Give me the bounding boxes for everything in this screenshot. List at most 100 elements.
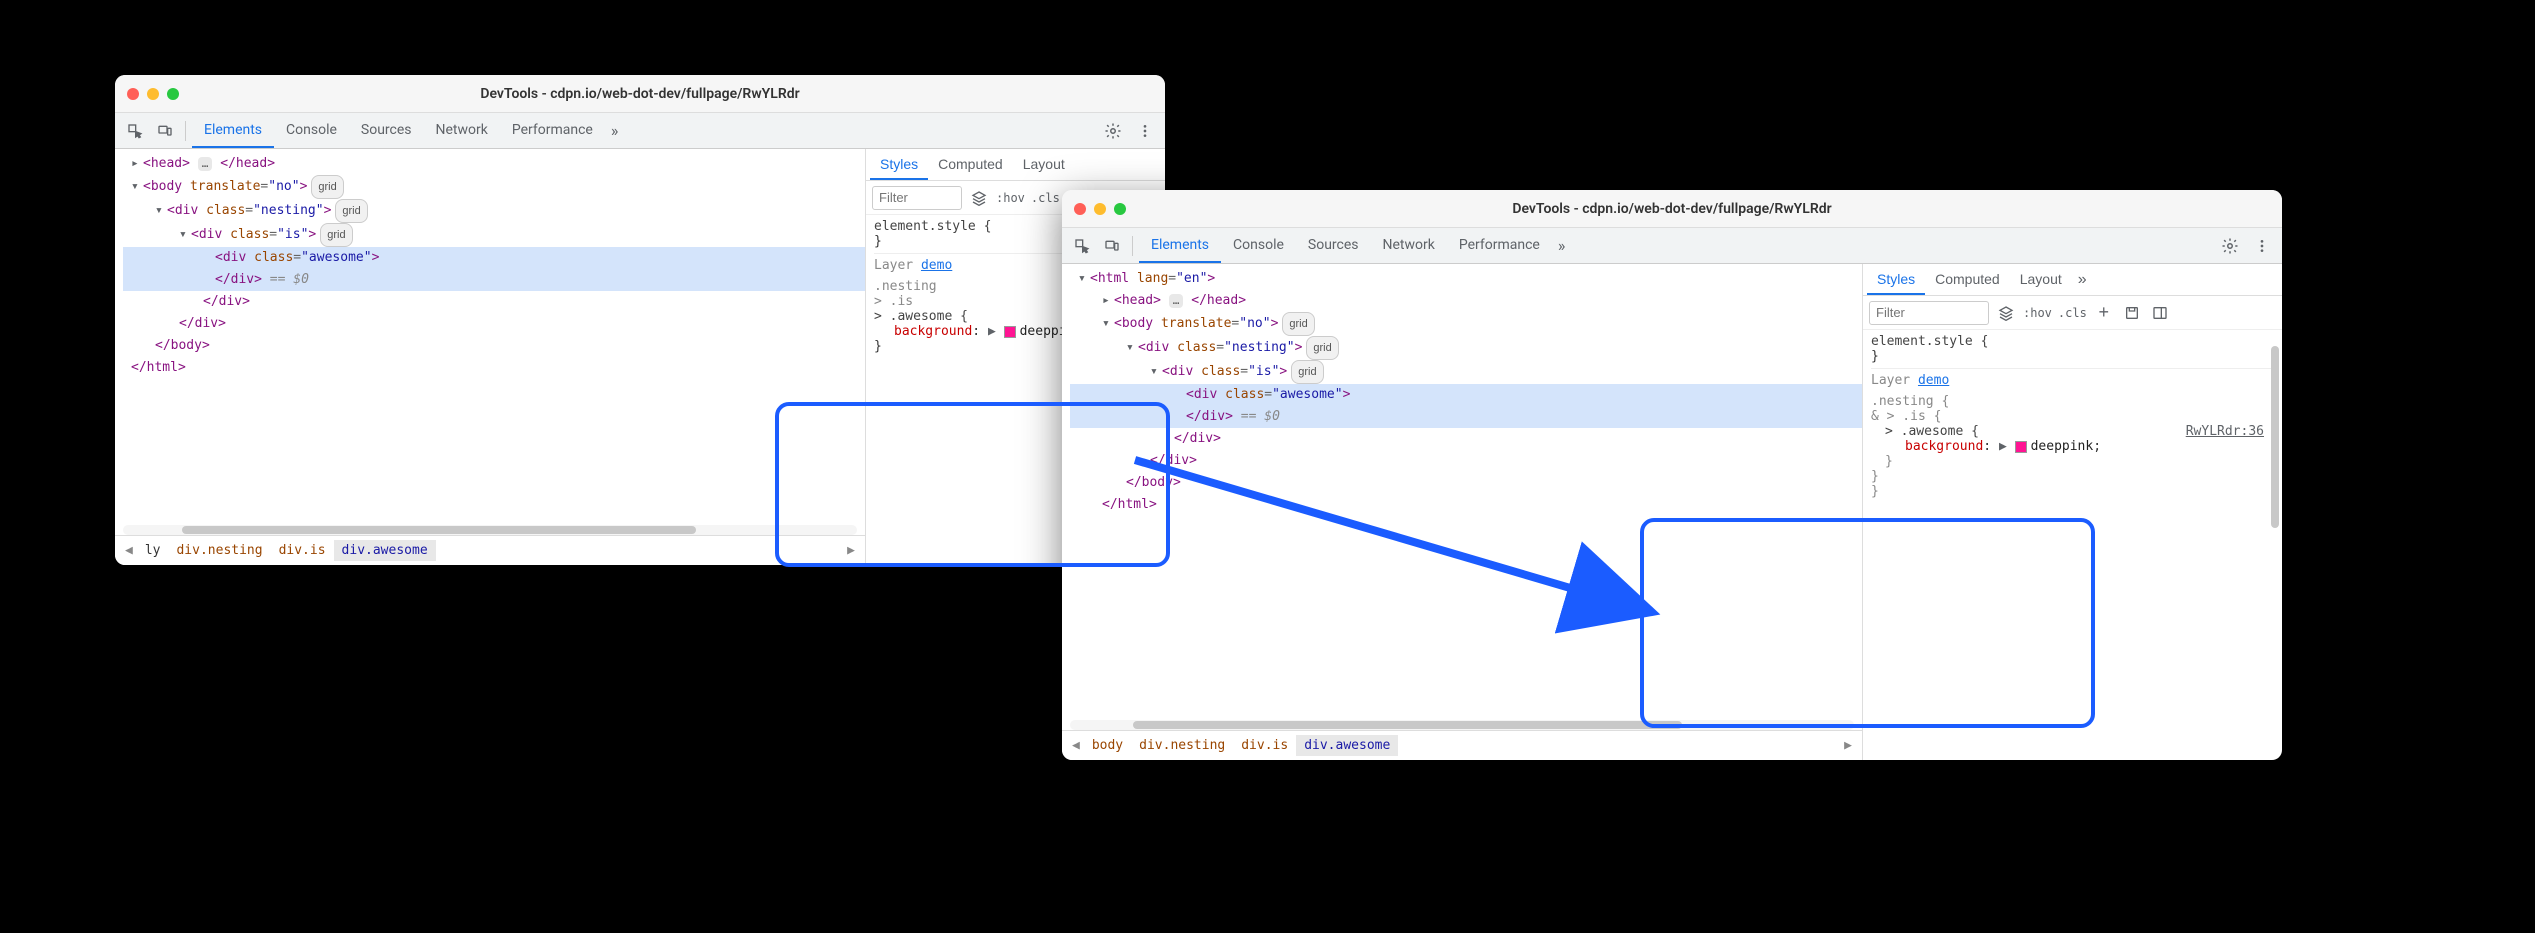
tab-computed[interactable]: Computed xyxy=(928,149,1013,180)
color-swatch[interactable] xyxy=(1004,326,1016,338)
layers-icon[interactable] xyxy=(1995,305,2017,321)
tab-layout[interactable]: Layout xyxy=(2010,264,2072,295)
more-tabs-icon[interactable]: » xyxy=(605,121,625,140)
dom-node-head[interactable]: ▸<head> … </head> xyxy=(1070,290,1862,312)
dom-node-awesome[interactable]: <div class="awesome"> xyxy=(1070,384,1862,406)
tab-console[interactable]: Console xyxy=(274,113,349,148)
breadcrumb-item[interactable]: body xyxy=(1084,735,1131,756)
cls-toggle[interactable]: .cls xyxy=(1031,191,1060,205)
grid-badge[interactable]: grid xyxy=(1291,360,1323,384)
dom-node-head[interactable]: ▸<head> … </head> xyxy=(123,153,865,175)
breadcrumb-item-selected[interactable]: div.awesome xyxy=(334,540,436,561)
tab-sources[interactable]: Sources xyxy=(349,113,424,148)
tab-computed[interactable]: Computed xyxy=(1925,264,2010,295)
breadcrumb-item[interactable]: div.nesting xyxy=(1131,735,1233,756)
dom-node-html[interactable]: ▾<html lang="en"> xyxy=(1070,268,1862,290)
dom-node-html-close[interactable]: </html> xyxy=(1070,494,1862,516)
more-tabs-icon[interactable]: » xyxy=(2072,271,2093,289)
grid-badge[interactable]: grid xyxy=(1282,312,1314,336)
dom-tree-pane[interactable]: ▾<html lang="en"> ▸<head> … </head> ▾<bo… xyxy=(1062,264,1862,760)
dom-node-awesome-close[interactable]: </div> == $0 xyxy=(1070,406,1862,428)
styles-filter-input[interactable] xyxy=(1869,301,1989,325)
css-rule[interactable]: .nesting { & > .is { > .awesome { RwYLRd… xyxy=(1871,394,2274,499)
element-style-rule[interactable]: element.style { } xyxy=(1871,334,2274,364)
styles-filter-input[interactable] xyxy=(872,186,962,210)
vertical-scrollbar[interactable] xyxy=(2270,300,2280,756)
tab-network[interactable]: Network xyxy=(424,113,500,148)
dom-tree-pane[interactable]: ▸<head> … </head> ▾<body translate="no">… xyxy=(115,149,865,565)
expand-triangle-icon[interactable]: ▶ xyxy=(988,324,996,339)
breadcrumb-right-icon[interactable]: ▶ xyxy=(1840,738,1856,753)
dom-node-is[interactable]: ▾<div class="is">grid xyxy=(1070,360,1862,384)
dom-node-is[interactable]: ▾<div class="is">grid xyxy=(123,223,865,247)
tab-elements[interactable]: Elements xyxy=(1139,228,1221,263)
panel-icon[interactable] xyxy=(2149,305,2171,321)
tab-performance[interactable]: Performance xyxy=(1447,228,1552,263)
selector-line: > .awesome { xyxy=(1885,424,1979,439)
tab-elements[interactable]: Elements xyxy=(192,113,274,148)
layers-icon[interactable] xyxy=(968,190,990,206)
kebab-icon[interactable] xyxy=(2248,232,2276,260)
dom-node-is-close[interactable]: </div> xyxy=(1070,428,1862,450)
minimize-window-button[interactable] xyxy=(1094,203,1106,215)
inspect-icon[interactable] xyxy=(121,117,149,145)
gear-icon[interactable] xyxy=(1099,117,1127,145)
breadcrumb-right-icon[interactable]: ▶ xyxy=(843,543,859,558)
dom-node-body[interactable]: ▾<body translate="no">grid xyxy=(123,175,865,199)
close-window-button[interactable] xyxy=(1074,203,1086,215)
tab-styles[interactable]: Styles xyxy=(870,149,928,180)
breadcrumb-item[interactable]: div.is xyxy=(271,540,334,561)
grid-badge[interactable]: grid xyxy=(320,223,352,247)
breadcrumb-item[interactable]: div.is xyxy=(1233,735,1296,756)
dom-node-nesting-close[interactable]: </div> xyxy=(123,313,865,335)
layer-link[interactable]: demo xyxy=(1918,373,1949,388)
device-icon[interactable] xyxy=(1098,232,1126,260)
dom-node-body-close[interactable]: </body> xyxy=(123,335,865,357)
tab-layout[interactable]: Layout xyxy=(1013,149,1075,180)
breadcrumb-left-icon[interactable]: ◀ xyxy=(121,543,137,558)
dom-node-nesting[interactable]: ▾<div class="nesting">grid xyxy=(123,199,865,223)
dom-node-body-close[interactable]: </body> xyxy=(1070,472,1862,494)
more-tabs-icon[interactable]: » xyxy=(1552,236,1572,255)
kebab-icon[interactable] xyxy=(1131,117,1159,145)
zoom-window-button[interactable] xyxy=(1114,203,1126,215)
save-icon[interactable] xyxy=(2121,305,2143,321)
breadcrumb-item[interactable]: ly xyxy=(137,540,169,561)
tab-network[interactable]: Network xyxy=(1371,228,1447,263)
breadcrumb-left-icon[interactable]: ◀ xyxy=(1068,738,1084,753)
grid-badge[interactable]: grid xyxy=(335,199,367,223)
close-window-button[interactable] xyxy=(127,88,139,100)
dom-node-body[interactable]: ▾<body translate="no">grid xyxy=(1070,312,1862,336)
grid-badge[interactable]: grid xyxy=(1306,336,1338,360)
tab-sources[interactable]: Sources xyxy=(1296,228,1371,263)
expand-triangle-icon[interactable]: ▶ xyxy=(1999,439,2007,454)
tab-console[interactable]: Console xyxy=(1221,228,1296,263)
zoom-window-button[interactable] xyxy=(167,88,179,100)
breadcrumb-item[interactable]: div.nesting xyxy=(168,540,270,561)
grid-badge[interactable]: grid xyxy=(311,175,343,199)
gear-icon[interactable] xyxy=(2216,232,2244,260)
dom-node-is-close[interactable]: </div> xyxy=(123,291,865,313)
horizontal-scrollbar[interactable] xyxy=(123,525,857,535)
css-declaration[interactable]: background: ▶ deeppink; xyxy=(1871,439,2274,454)
color-swatch[interactable] xyxy=(2015,441,2027,453)
dom-node-awesome-close[interactable]: </div> == $0 xyxy=(123,269,865,291)
breadcrumb-item-selected[interactable]: div.awesome xyxy=(1296,735,1398,756)
hov-toggle[interactable]: :hov xyxy=(996,191,1025,205)
plus-icon[interactable]: + xyxy=(2093,302,2115,323)
dom-node-html-close[interactable]: </html> xyxy=(123,357,865,379)
hov-toggle[interactable]: :hov xyxy=(2023,306,2052,320)
minimize-window-button[interactable] xyxy=(147,88,159,100)
dom-node-nesting-close[interactable]: </div> xyxy=(1070,450,1862,472)
dom-node-awesome[interactable]: <div class="awesome"> xyxy=(123,247,865,269)
tab-performance[interactable]: Performance xyxy=(500,113,605,148)
horizontal-scrollbar[interactable] xyxy=(1070,720,1854,730)
tab-styles[interactable]: Styles xyxy=(1867,264,1925,295)
cls-toggle[interactable]: .cls xyxy=(2058,306,2087,320)
dom-node-nesting[interactable]: ▾<div class="nesting">grid xyxy=(1070,336,1862,360)
device-icon[interactable] xyxy=(151,117,179,145)
close-brace: } xyxy=(1871,484,2274,499)
inspect-icon[interactable] xyxy=(1068,232,1096,260)
source-link[interactable]: RwYLRdr:36 xyxy=(2186,424,2264,439)
layer-link[interactable]: demo xyxy=(921,258,952,273)
